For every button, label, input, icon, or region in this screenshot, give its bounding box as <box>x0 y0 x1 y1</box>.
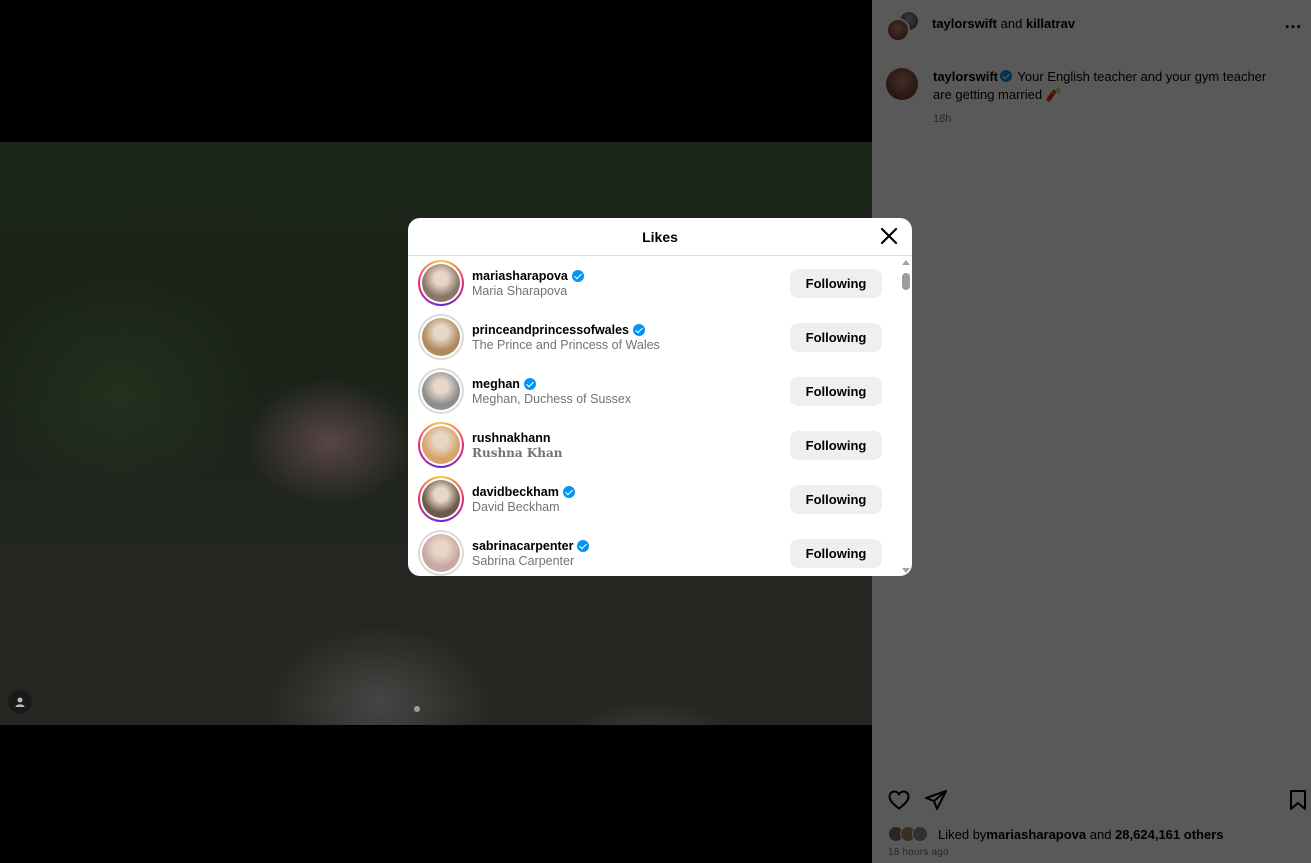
user-icon <box>15 697 25 707</box>
like-user-names: mariasharapova Maria Sharapova <box>472 269 586 298</box>
like-username[interactable]: davidbeckham <box>472 485 577 499</box>
like-username-text[interactable]: rushnakhann <box>472 431 551 445</box>
liked-by-prefix: Liked by <box>938 826 987 842</box>
avatar <box>886 18 910 42</box>
modal-header: Likes <box>408 218 912 256</box>
like-username-text[interactable]: mariasharapova <box>472 269 568 283</box>
like-username[interactable]: mariasharapova <box>472 269 586 283</box>
avatar[interactable] <box>886 68 918 100</box>
modal-title: Likes <box>642 228 678 245</box>
caption-timestamp[interactable]: 18h <box>933 110 1283 128</box>
paper-plane-icon[interactable] <box>924 788 948 812</box>
like-fullname: The Prince and Princess of Wales <box>472 337 660 352</box>
avatar-image <box>422 372 460 410</box>
verified-badge-icon <box>571 269 584 282</box>
like-row[interactable]: princeandprincessofwales The Prince and P… <box>408 310 898 364</box>
avatar[interactable] <box>418 530 464 576</box>
avatar-image <box>422 480 460 518</box>
scroll-down-arrow-icon[interactable] <box>902 568 910 573</box>
caption-emoji: 🧨 <box>1045 87 1062 102</box>
avatar-image <box>422 318 460 356</box>
post-actions <box>872 786 1311 814</box>
avatar-image <box>422 426 460 464</box>
like-fullname: David Beckham <box>472 499 560 514</box>
avatar-frame <box>420 424 462 466</box>
following-button[interactable]: Following <box>790 538 882 568</box>
likes-list-scrollbar[interactable] <box>900 256 912 576</box>
like-user-names: rushnakhann Rushna Khan <box>472 431 563 460</box>
likes-modal: Likes mariasharapova Maria Sharapova Follo… <box>408 218 912 576</box>
liked-by-middle: and <box>1086 826 1116 842</box>
following-button[interactable]: Following <box>790 268 882 298</box>
heart-icon[interactable] <box>887 788 911 812</box>
like-row[interactable]: davidbeckham David Beckham Following <box>408 472 898 526</box>
caption-username[interactable]: taylorswift <box>933 69 998 84</box>
like-user-names: sabrinacarpenter Sabrina Carpenter <box>472 539 591 568</box>
avatar[interactable] <box>418 368 464 414</box>
avatar-frame <box>420 532 462 574</box>
header-user-link[interactable]: taylorswift <box>932 16 997 31</box>
like-user-names: princeandprincessofwales The Prince and P… <box>472 323 660 352</box>
like-username[interactable]: rushnakhann <box>472 431 563 445</box>
scroll-up-arrow-icon[interactable] <box>902 260 910 265</box>
verified-badge-icon <box>523 377 536 390</box>
like-username-text[interactable]: princeandprincessofwales <box>472 323 629 337</box>
carousel-dot <box>414 706 420 712</box>
following-button[interactable]: Following <box>790 430 882 460</box>
like-username[interactable]: sabrinacarpenter <box>472 539 591 553</box>
like-fullname: Sabrina Carpenter <box>472 553 575 568</box>
avatar-frame <box>420 370 462 412</box>
user-tag-button[interactable] <box>8 690 32 714</box>
like-username[interactable]: meghan <box>472 377 631 391</box>
avatar <box>912 826 928 842</box>
following-button[interactable]: Following <box>790 376 882 406</box>
post-side-panel: taylorswift and killatrav … taylorswift … <box>872 0 1311 863</box>
like-user-names: meghan Meghan, Duchess of Sussex <box>472 377 631 406</box>
like-row[interactable]: sabrinacarpenter Sabrina Carpenter Followi… <box>408 526 898 576</box>
like-username-text[interactable]: meghan <box>472 377 520 391</box>
like-fullname: Meghan, Duchess of Sussex <box>472 391 632 406</box>
avatar[interactable] <box>418 314 464 360</box>
likes-summary[interactable]: Liked by mariasharapova and 28,624,161 o… <box>888 826 1223 842</box>
following-button[interactable]: Following <box>790 322 882 352</box>
like-username-text[interactable]: sabrinacarpenter <box>472 539 573 553</box>
avatar[interactable] <box>418 422 464 468</box>
post-header: taylorswift and killatrav … <box>872 0 1311 46</box>
avatar-frame <box>420 262 462 304</box>
avatar[interactable] <box>418 476 464 522</box>
like-fullname: Rushna Khan <box>472 445 563 460</box>
like-username[interactable]: princeandprincessofwales <box>472 323 660 337</box>
post-timestamp[interactable]: 18 hours ago <box>888 847 949 858</box>
like-username-text[interactable]: davidbeckham <box>472 485 559 499</box>
avatar-image <box>422 534 460 572</box>
close-icon[interactable] <box>880 227 898 245</box>
collab-avatars[interactable] <box>886 6 920 42</box>
avatar-frame <box>420 478 462 520</box>
header-user-link[interactable]: killatrav <box>1026 16 1075 31</box>
scroll-thumb[interactable] <box>902 273 910 290</box>
like-row[interactable]: meghan Meghan, Duchess of Sussex Following <box>408 364 898 418</box>
like-row[interactable]: rushnakhann Rushna Khan Following <box>408 418 898 472</box>
verified-badge-icon <box>577 539 590 552</box>
more-options-icon[interactable]: … <box>1284 12 1303 33</box>
post-caption: taylorswift Your English teacher and you… <box>886 68 1296 128</box>
like-user-names: davidbeckham David Beckham <box>472 485 577 514</box>
avatar[interactable] <box>418 260 464 306</box>
collab-names: taylorswift and killatrav <box>932 16 1075 31</box>
avatar-image <box>422 264 460 302</box>
likes-count-link[interactable]: 28,624,161 others <box>1115 827 1223 842</box>
verified-badge-icon <box>562 485 575 498</box>
bookmark-icon[interactable] <box>1286 788 1310 812</box>
avatar-frame <box>420 316 462 358</box>
liked-by-user-link[interactable]: mariasharapova <box>986 827 1086 842</box>
verified-badge-icon <box>633 323 646 336</box>
liker-avatars <box>888 826 934 842</box>
header-and-text: and <box>997 15 1026 31</box>
like-row[interactable]: mariasharapova Maria Sharapova Following <box>408 256 898 310</box>
following-button[interactable]: Following <box>790 484 882 514</box>
like-fullname: Maria Sharapova <box>472 283 568 298</box>
likes-list: mariasharapova Maria Sharapova Following pr… <box>408 256 912 576</box>
verified-badge-icon <box>1000 70 1013 82</box>
